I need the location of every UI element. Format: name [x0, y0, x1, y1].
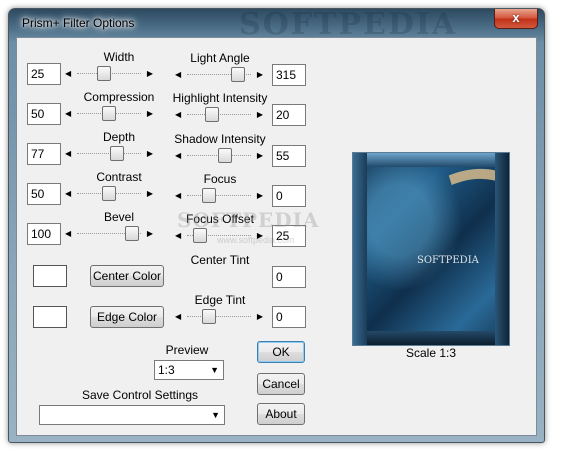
edge-color-swatch[interactable] [33, 306, 67, 328]
ok-button[interactable]: OK [257, 341, 305, 363]
right_controls-slider[interactable]: ◀ ▶ [175, 67, 263, 83]
right_controls-value-field[interactable]: 55 [272, 144, 306, 167]
slider-thumb[interactable] [218, 147, 232, 163]
left_controls-value-field[interactable]: 77 [27, 143, 61, 165]
chevron-left-icon[interactable]: ◀ [175, 70, 181, 80]
left_controls-slider[interactable]: ◀ ▶ [65, 186, 153, 202]
left_controls-value-field[interactable]: 100 [27, 223, 61, 245]
dialog-window: SOFTPEDIA Prism+ Filter Options x Width 2… [8, 7, 545, 443]
chevron-left-icon[interactable]: ◀ [65, 69, 71, 79]
scale-label: Scale 1:3 [405, 346, 457, 360]
save-settings-label: Save Control Settings [81, 388, 199, 402]
left_controls-slider[interactable]: ◀ ▶ [65, 226, 153, 242]
right_controls-label: Light Angle [190, 51, 250, 65]
right_controls-value-field[interactable]: 0 [272, 184, 306, 207]
slider-thumb[interactable] [231, 67, 245, 82]
left_controls-slider[interactable]: ◀ ▶ [65, 66, 153, 82]
slider-track [77, 153, 141, 154]
slider-track [187, 114, 251, 116]
preview-watermark: SOFTPEDIA [417, 255, 479, 266]
left_controls-value-field[interactable]: 25 [27, 63, 61, 85]
right_controls-slider[interactable]: ◀ ▶ [175, 107, 263, 123]
left_controls-slider[interactable]: ◀ ▶ [65, 106, 153, 122]
right_controls-slider[interactable]: ◀ ▶ [175, 308, 263, 325]
slider-track [187, 194, 251, 196]
right_controls-label: Shadow Intensity [174, 131, 266, 146]
chevron-down-icon: ▼ [211, 410, 220, 420]
chevron-right-icon[interactable]: ▶ [147, 69, 153, 79]
right_controls-label: Highlight Intensity [172, 91, 268, 106]
chevron-left-icon[interactable]: ◀ [175, 231, 181, 241]
right_controls-value-field[interactable]: 0 [272, 305, 306, 328]
watermark-url: www.softpedia.com [217, 235, 295, 245]
slider-thumb[interactable] [202, 308, 216, 324]
slider-track [187, 315, 251, 317]
cancel-button[interactable]: Cancel [257, 373, 305, 395]
right_controls-slider[interactable]: ◀ ▶ [175, 187, 263, 204]
edge-color-button[interactable]: Edge Color [90, 306, 164, 328]
right_controls-value-field[interactable]: 20 [272, 104, 306, 127]
right_controls-value-field[interactable]: 0 [272, 265, 306, 288]
close-icon: x [512, 10, 520, 25]
right_controls-label: Edge Tint [194, 292, 246, 307]
preview-image: SOFTPEDIA [352, 152, 510, 346]
slider-thumb[interactable] [102, 106, 116, 121]
chevron-down-icon: ▼ [210, 365, 219, 375]
chevron-left-icon[interactable]: ◀ [65, 229, 71, 239]
chevron-left-icon[interactable]: ◀ [65, 189, 71, 199]
slider-thumb[interactable] [125, 226, 139, 241]
center-color-button[interactable]: Center Color [90, 265, 164, 287]
right_controls-slider[interactable]: ◀ ▶ [175, 147, 263, 164]
center-color-swatch[interactable] [33, 265, 67, 287]
right_controls-label: Center Tint [190, 252, 250, 267]
slider-thumb[interactable] [102, 186, 116, 201]
preview-label: Preview [165, 343, 209, 357]
chevron-right-icon[interactable]: ▶ [147, 189, 153, 199]
chevron-left-icon[interactable]: ◀ [175, 191, 181, 201]
chevron-left-icon[interactable]: ◀ [65, 109, 71, 119]
chevron-left-icon[interactable]: ◀ [65, 149, 71, 159]
chevron-right-icon[interactable]: ▶ [257, 312, 263, 322]
chevron-right-icon[interactable]: ▶ [257, 110, 263, 120]
chevron-left-icon[interactable]: ◀ [175, 151, 181, 161]
chevron-right-icon[interactable]: ▶ [147, 109, 153, 119]
left_controls-value-field[interactable]: 50 [27, 103, 61, 125]
slider-thumb[interactable] [110, 146, 124, 161]
chevron-left-icon[interactable]: ◀ [175, 110, 181, 120]
preview-combo[interactable]: 1:3 ▼ [154, 360, 224, 380]
left_controls-slider[interactable]: ◀ ▶ [65, 146, 153, 162]
about-button[interactable]: About [257, 403, 305, 425]
right_controls-value-field[interactable]: 315 [272, 64, 306, 86]
chevron-left-icon[interactable]: ◀ [175, 312, 181, 322]
chevron-right-icon[interactable]: ▶ [147, 229, 153, 239]
chevron-right-icon[interactable]: ▶ [257, 151, 263, 161]
slider-thumb[interactable] [97, 66, 111, 81]
window-title: Prism+ Filter Options [22, 16, 135, 30]
dialog-client-area: Width 25 ◀ ▶ Compression 50 ◀ ▶ Depth 77 ◀ ▶ Contras… [16, 37, 537, 436]
left_controls-value-field[interactable]: 50 [27, 183, 61, 205]
chevron-right-icon[interactable]: ▶ [257, 191, 263, 201]
watermark-center: SOFTPEDIA [177, 208, 320, 232]
slider-thumb[interactable] [202, 187, 216, 203]
save-settings-combo[interactable]: ▼ [39, 405, 225, 425]
preview-combo-value: 1:3 [158, 363, 175, 377]
chevron-right-icon[interactable]: ▶ [257, 70, 263, 80]
right_controls-label: Focus [203, 171, 237, 186]
chevron-right-icon[interactable]: ▶ [147, 149, 153, 159]
close-button[interactable]: x [494, 9, 538, 29]
slider-thumb[interactable] [205, 107, 219, 123]
